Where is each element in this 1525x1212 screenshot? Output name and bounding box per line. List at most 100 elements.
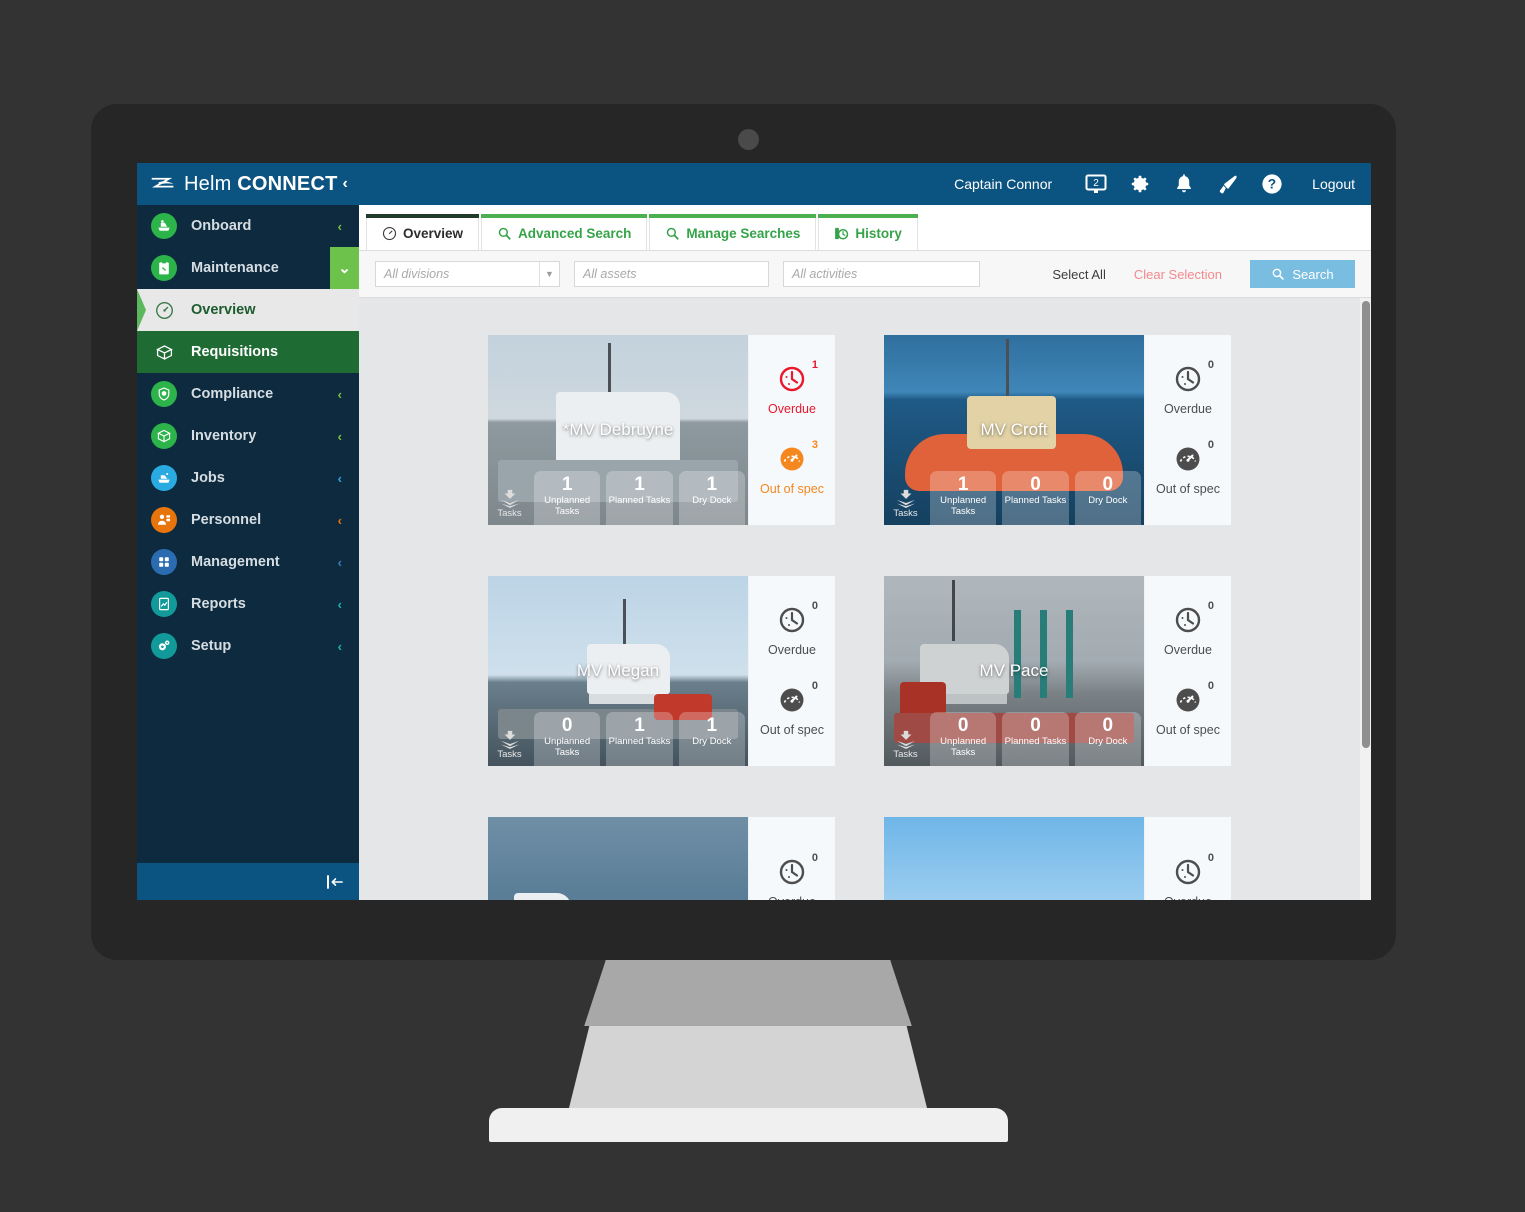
asset-card[interactable]: MV Megan Tasks 0 Unplanned Tasks 1 Plann…: [488, 576, 835, 766]
dry-dock-tile[interactable]: 0 Dry Dock: [1074, 471, 1141, 525]
chevron-down-icon[interactable]: ⌄: [330, 247, 359, 289]
asset-card[interactable]: 0 Overdue: [488, 817, 835, 900]
sidebar-item-requisitions[interactable]: Requisitions: [137, 331, 359, 373]
maintenance-icon: [151, 255, 177, 281]
planned-tasks-count: 1: [634, 715, 645, 736]
sidebar-item-label: Onboard: [191, 218, 252, 234]
dry-dock-tile[interactable]: 1 Dry Dock: [678, 471, 745, 525]
collapse-sidebar-button[interactable]: [137, 863, 359, 900]
sidebar-item-label: Requisitions: [191, 344, 279, 360]
overdue-stat[interactable]: 0 Overdue: [768, 600, 818, 657]
jobs-boat-icon: [151, 465, 177, 491]
overdue-clock-icon: [779, 607, 805, 633]
asset-photo: [884, 817, 1144, 900]
brand-collapse-caret-icon[interactable]: ‹: [343, 175, 348, 193]
planned-tasks-tile[interactable]: 0 Planned Tasks: [1002, 712, 1069, 766]
inventory-box-icon: [151, 423, 177, 449]
overdue-label: Overdue: [1164, 895, 1212, 900]
vertical-scrollbar-thumb[interactable]: [1362, 301, 1370, 748]
overdue-stat[interactable]: 0 Overdue: [1164, 359, 1214, 416]
tasks-label: Tasks: [893, 508, 918, 519]
bell-icon[interactable]: [1162, 163, 1206, 205]
asset-card[interactable]: *MV Debruyne Tasks 1 Unplanned Tasks 1 P…: [488, 335, 835, 525]
unplanned-tasks-tile[interactable]: 0 Unplanned Tasks: [534, 712, 601, 766]
vertical-scrollbar[interactable]: [1360, 298, 1371, 900]
tasks-icon: [896, 730, 915, 749]
asset-stats: 1 Overdue 3 Out of spec: [748, 335, 835, 525]
active-indicator-arrow-icon: [137, 289, 146, 331]
help-icon[interactable]: ?: [1250, 163, 1294, 205]
asset-card[interactable]: MV Pace Tasks 0 Unplanned Tasks 0 Planne…: [884, 576, 1231, 766]
tasks-icon: [500, 730, 519, 749]
logout-button[interactable]: Logout: [1312, 176, 1355, 192]
tab-manage-searches[interactable]: Manage Searches: [649, 214, 817, 250]
out-of-spec-stat[interactable]: 0 Out of spec: [1156, 439, 1220, 496]
tab-overview[interactable]: Overview: [366, 214, 480, 250]
megaphone-icon[interactable]: [1206, 163, 1250, 205]
sidebar-item-maintenance[interactable]: Maintenance ⌄: [137, 247, 359, 289]
planned-tasks-count: 0: [1030, 474, 1041, 495]
tab-advanced-search[interactable]: Advanced Search: [481, 214, 648, 250]
out-of-spec-stat[interactable]: 0 Out of spec: [1156, 680, 1220, 737]
search-button[interactable]: Search: [1250, 260, 1355, 288]
chevron-left-icon: ‹: [337, 512, 342, 528]
overdue-stat[interactable]: 1 Overdue: [768, 359, 818, 416]
gear-icon[interactable]: [1118, 163, 1162, 205]
sidebar-item-jobs[interactable]: Jobs ‹: [137, 457, 359, 499]
tab-label: History: [855, 226, 902, 241]
tasks-label: Tasks: [497, 749, 522, 760]
history-clock-icon: [834, 226, 849, 241]
tab-history[interactable]: History: [818, 214, 918, 250]
out-of-spec-count: 3: [811, 439, 818, 451]
unplanned-tasks-tile[interactable]: 0 Unplanned Tasks: [930, 712, 997, 766]
screen-share-icon[interactable]: 2: [1074, 163, 1118, 205]
sidebar-item-inventory[interactable]: Inventory ‹: [137, 415, 359, 457]
out-of-spec-stat[interactable]: 3 Out of spec: [760, 439, 824, 496]
sidebar-item-overview[interactable]: Overview: [137, 289, 359, 331]
assets-input[interactable]: All assets: [574, 261, 769, 287]
overdue-clock-icon: [1175, 366, 1201, 392]
tasks-icon: [896, 489, 915, 508]
unplanned-tasks-label: Unplanned Tasks: [544, 736, 591, 758]
select-all-button[interactable]: Select All: [1052, 267, 1105, 282]
sidebar-item-compliance[interactable]: Compliance ‹: [137, 373, 359, 415]
unplanned-tasks-tile[interactable]: 1 Unplanned Tasks: [930, 471, 997, 525]
out-of-spec-stat[interactable]: 0 Out of spec: [760, 680, 824, 737]
chevron-left-icon: ‹: [337, 386, 342, 402]
tasks-summary-row: Tasks 0 Unplanned Tasks 1 Planned Tasks: [488, 704, 748, 766]
chevron-down-icon[interactable]: ▼: [539, 262, 559, 286]
dry-dock-tile[interactable]: 0 Dry Dock: [1074, 712, 1141, 766]
chevron-left-icon: ‹: [337, 428, 342, 444]
overdue-stat[interactable]: 0 Overdue: [1164, 852, 1214, 900]
out-of-spec-gauge-icon: [1176, 688, 1200, 712]
helm-logo-icon: [151, 177, 174, 188]
sidebar-item-personnel[interactable]: Personnel ‹: [137, 499, 359, 541]
tasks-label-group: Tasks: [488, 488, 531, 525]
overdue-stat[interactable]: 0 Overdue: [1164, 600, 1214, 657]
sidebar-item-reports[interactable]: Reports ‹: [137, 583, 359, 625]
tasks-label-group: Tasks: [884, 729, 927, 766]
dry-dock-tile[interactable]: 1 Dry Dock: [678, 712, 745, 766]
tab-label: Overview: [403, 226, 464, 241]
asset-card[interactable]: MV Croft Tasks 1 Unplanned Tasks 0 Plann…: [884, 335, 1231, 525]
unplanned-tasks-tile[interactable]: 1 Unplanned Tasks: [534, 471, 601, 525]
clear-selection-button[interactable]: Clear Selection: [1134, 267, 1222, 282]
overdue-clock-icon: [779, 859, 805, 885]
unplanned-tasks-count: 0: [561, 715, 573, 736]
planned-tasks-tile[interactable]: 1 Planned Tasks: [606, 471, 673, 525]
overdue-clock-icon: [1175, 607, 1201, 633]
sidebar-item-onboard[interactable]: Onboard ‹: [137, 205, 359, 247]
overdue-stat[interactable]: 0 Overdue: [768, 852, 818, 900]
divisions-select[interactable]: All divisions ▼: [375, 261, 560, 287]
out-of-spec-gauge-icon: [1176, 447, 1200, 471]
asset-card[interactable]: 0 Overdue: [884, 817, 1231, 900]
out-of-spec-gauge-icon: [780, 688, 804, 712]
sidebar-item-setup[interactable]: Setup ‹: [137, 625, 359, 667]
brand-logo[interactable]: Helm CONNECT ‹: [137, 173, 359, 196]
planned-tasks-tile[interactable]: 0 Planned Tasks: [1002, 471, 1069, 525]
sidebar-item-management[interactable]: Management ‹: [137, 541, 359, 583]
planned-tasks-tile[interactable]: 1 Planned Tasks: [606, 712, 673, 766]
tasks-summary-row: Tasks 0 Unplanned Tasks 0 Planned Tasks: [884, 704, 1144, 766]
tab-indicator: [481, 214, 648, 218]
activities-input[interactable]: All activities: [783, 261, 980, 287]
